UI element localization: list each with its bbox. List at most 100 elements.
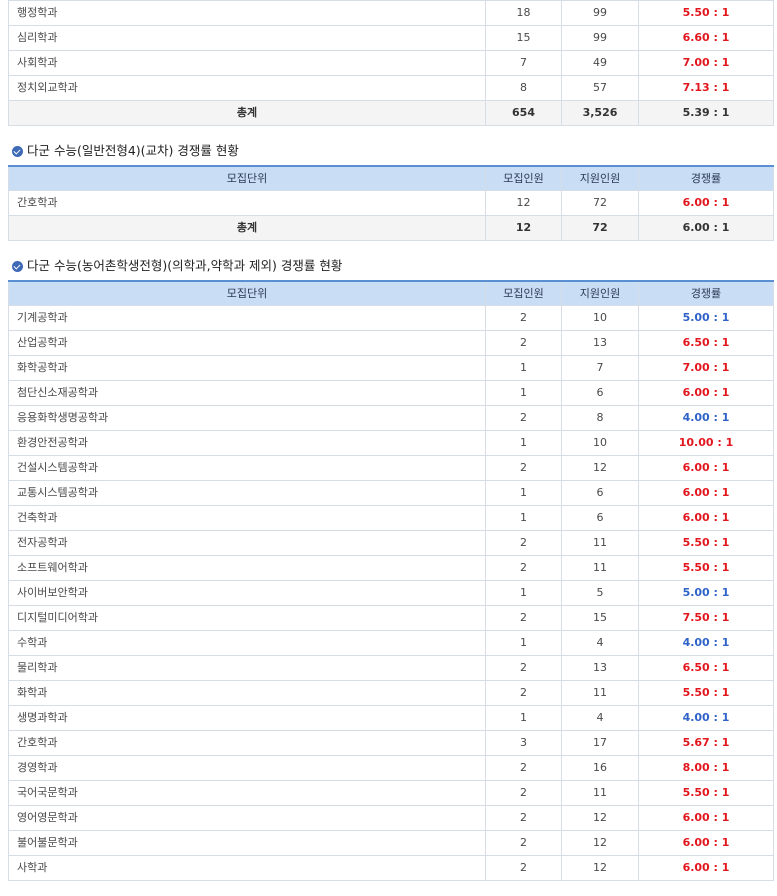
unit-cell: 화학공학과 (8, 355, 486, 381)
table-section2: 모집단위 모집인원 지원인원 경쟁률 간호학과 12 72 6.00 : 1 총계 1… (8, 165, 774, 241)
table-row: 화학공학과 1 7 7.00 : 1 (8, 355, 774, 381)
applicants-cell: 6 (561, 380, 639, 406)
unit-cell: 건축학과 (8, 505, 486, 531)
header-ratio: 경쟁률 (638, 165, 774, 191)
unit-cell: 심리학과 (8, 25, 486, 51)
unit-cell: 경영학과 (8, 755, 486, 781)
table-row: 물리학과 2 13 6.50 : 1 (8, 655, 774, 681)
unit-cell: 첨단신소재공학과 (8, 380, 486, 406)
ratio-cell: 6.00 : 1 (638, 830, 774, 856)
header-unit: 모집단위 (8, 280, 486, 306)
total-recruit: 654 (485, 100, 562, 126)
header-unit: 모집단위 (8, 165, 486, 191)
ratio-cell: 5.00 : 1 (638, 580, 774, 606)
applicants-cell: 16 (561, 755, 639, 781)
ratio-cell: 4.00 : 1 (638, 405, 774, 431)
unit-cell: 환경안전공학과 (8, 430, 486, 456)
ratio-cell: 6.50 : 1 (638, 330, 774, 356)
applicants-cell: 72 (561, 190, 639, 216)
applicants-cell: 11 (561, 530, 639, 556)
recruit-cell: 2 (485, 755, 562, 781)
table-row: 영어영문학과 2 12 6.00 : 1 (8, 805, 774, 831)
ratio-cell: 6.00 : 1 (638, 455, 774, 481)
unit-cell: 국어국문학과 (8, 780, 486, 806)
ratio-cell: 4.00 : 1 (638, 705, 774, 731)
ratio-cell: 7.00 : 1 (638, 50, 774, 76)
ratio-cell: 5.50 : 1 (638, 530, 774, 556)
total-applicants: 3,526 (561, 100, 639, 126)
unit-cell: 디지털미디어학과 (8, 605, 486, 631)
recruit-cell: 7 (485, 50, 562, 76)
table2-body: 간호학과 12 72 6.00 : 1 (8, 190, 774, 216)
applicants-cell: 99 (561, 0, 639, 26)
recruit-cell: 1 (485, 380, 562, 406)
table-row: 사회학과 7 49 7.00 : 1 (8, 50, 774, 76)
table-row: 화학과 2 11 5.50 : 1 (8, 680, 774, 706)
table-partial-top: 행정학과 18 99 5.50 : 1 심리학과 15 99 6.60 : 1 사회학과 7 49 7… (8, 0, 774, 126)
applicants-cell: 12 (561, 805, 639, 831)
table-row: 정치외교학과 8 57 7.13 : 1 (8, 75, 774, 101)
section3-title: 다군 수능(농어촌학생전형)(의학과,약학과 제외) 경쟁률 현황 (8, 255, 773, 277)
unit-cell: 사학과 (8, 855, 486, 881)
applicants-cell: 11 (561, 780, 639, 806)
recruit-cell: 2 (485, 555, 562, 581)
applicants-cell: 8 (561, 405, 639, 431)
check-circle-icon (12, 145, 23, 157)
unit-cell: 물리학과 (8, 655, 486, 681)
ratio-cell: 7.50 : 1 (638, 605, 774, 631)
table-row: 사학과 2 12 6.00 : 1 (8, 855, 774, 881)
unit-cell: 화학과 (8, 680, 486, 706)
applicants-cell: 12 (561, 455, 639, 481)
applicants-cell: 4 (561, 705, 639, 731)
recruit-cell: 2 (485, 330, 562, 356)
applicants-cell: 7 (561, 355, 639, 381)
table-row: 국어국문학과 2 11 5.50 : 1 (8, 780, 774, 806)
unit-cell: 영어영문학과 (8, 805, 486, 831)
table-row: 전자공학과 2 11 5.50 : 1 (8, 530, 774, 556)
table3-body: 기계공학과 2 10 5.00 : 1 산업공학과 2 13 6.50 : 1 화학공학과 1 7 7… (8, 305, 774, 881)
table-row: 건축학과 1 6 6.00 : 1 (8, 505, 774, 531)
unit-cell: 소프트웨어학과 (8, 555, 486, 581)
recruit-cell: 15 (485, 25, 562, 51)
recruit-cell: 2 (485, 855, 562, 881)
recruit-cell: 2 (485, 680, 562, 706)
ratio-cell: 5.00 : 1 (638, 305, 774, 331)
applicants-cell: 13 (561, 330, 639, 356)
section2-title: 다군 수능(일반전형4)(교차) 경쟁률 현황 (8, 140, 773, 162)
table-section3: 모집단위 모집인원 지원인원 경쟁률 기계공학과 2 10 5.00 : 1 산업공학과… (8, 280, 774, 881)
applicants-cell: 49 (561, 50, 639, 76)
recruit-cell: 2 (485, 405, 562, 431)
table-row: 간호학과 3 17 5.67 : 1 (8, 730, 774, 756)
unit-cell: 간호학과 (8, 190, 486, 216)
ratio-cell: 6.00 : 1 (638, 805, 774, 831)
recruit-cell: 12 (485, 190, 562, 216)
total-ratio: 6.00 : 1 (638, 215, 774, 241)
recruit-cell: 8 (485, 75, 562, 101)
table-row: 불어불문학과 2 12 6.00 : 1 (8, 830, 774, 856)
header-applicants: 지원인원 (561, 280, 639, 306)
recruit-cell: 2 (485, 305, 562, 331)
applicants-cell: 57 (561, 75, 639, 101)
header-recruit: 모집인원 (485, 280, 562, 306)
table2-total-row: 총계 12 72 6.00 : 1 (8, 215, 774, 241)
applicants-cell: 12 (561, 830, 639, 856)
applicants-cell: 4 (561, 630, 639, 656)
unit-cell: 교통시스템공학과 (8, 480, 486, 506)
table-header-row: 모집단위 모집인원 지원인원 경쟁률 (8, 165, 774, 191)
table-row: 사이버보안학과 1 5 5.00 : 1 (8, 580, 774, 606)
recruit-cell: 1 (485, 505, 562, 531)
unit-cell: 기계공학과 (8, 305, 486, 331)
ratio-cell: 6.00 : 1 (638, 190, 774, 216)
page-content: 행정학과 18 99 5.50 : 1 심리학과 15 99 6.60 : 1 사회학과 7 49 7… (8, 0, 774, 881)
applicants-cell: 6 (561, 505, 639, 531)
ratio-cell: 7.00 : 1 (638, 355, 774, 381)
table-row: 소프트웨어학과 2 11 5.50 : 1 (8, 555, 774, 581)
recruit-cell: 1 (485, 430, 562, 456)
header-applicants: 지원인원 (561, 165, 639, 191)
applicants-cell: 99 (561, 25, 639, 51)
unit-cell: 전자공학과 (8, 530, 486, 556)
applicants-cell: 13 (561, 655, 639, 681)
applicants-cell: 12 (561, 855, 639, 881)
recruit-cell: 2 (485, 530, 562, 556)
unit-cell: 사회학과 (8, 50, 486, 76)
